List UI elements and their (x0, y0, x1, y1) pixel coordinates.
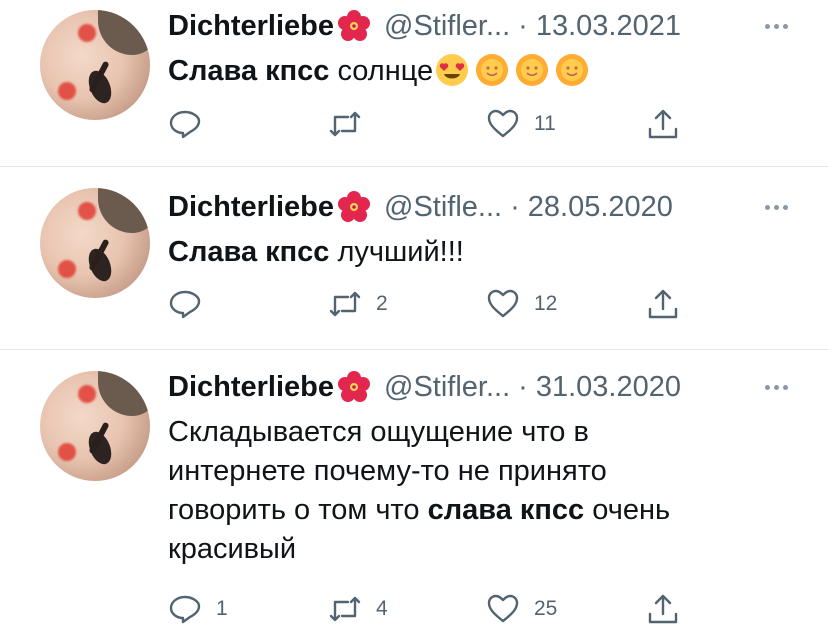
sun-face-emoji-icon (476, 54, 509, 86)
hibiscus-icon (338, 371, 370, 402)
display-name[interactable]: Dichterliebe (168, 371, 334, 404)
share-icon (648, 289, 678, 319)
more-icon[interactable] (765, 367, 788, 407)
share-icon (648, 109, 678, 139)
retweet-icon (329, 596, 361, 622)
hibiscus-icon (338, 10, 370, 41)
body-line: говорить о том что слава кпсс очень (168, 491, 768, 530)
share-button[interactable] (646, 591, 680, 627)
body-text: солнце (329, 55, 434, 87)
avatar[interactable] (40, 10, 150, 120)
bold-text: Слава кпсс (168, 55, 330, 87)
tweet-actions: 2 12 (168, 286, 708, 322)
body-line: интернете почему-то не принято (168, 455, 607, 487)
timestamp[interactable]: 28.05.2020 (528, 191, 673, 224)
retweet-button[interactable] (328, 106, 376, 142)
sun-face-emoji-icon (516, 54, 549, 86)
tweet-text: Слава кпсс лучший!!! (168, 233, 768, 272)
tweet-header: Dichterliebe @Stifler... · 31.03.2020 (168, 367, 681, 407)
timestamp[interactable]: 13.03.2021 (536, 10, 681, 43)
separator-dot: · (518, 370, 528, 403)
reply-button[interactable] (168, 106, 216, 142)
retweet-icon (329, 291, 361, 317)
like-icon (487, 289, 519, 318)
like-button[interactable]: 25 (486, 591, 557, 627)
like-icon (487, 109, 519, 138)
body-text: очень (584, 494, 671, 526)
retweet-count: 2 (376, 292, 388, 315)
handle[interactable]: @Stifler... (384, 371, 510, 404)
body-line: Складывается ощущение что в (168, 416, 589, 448)
retweet-button[interactable]: 2 (328, 286, 388, 322)
like-button[interactable]: 11 (486, 106, 556, 142)
like-button[interactable]: 12 (486, 286, 557, 322)
body-text: лучший!!! (329, 236, 464, 268)
tweet-actions: 1 4 25 (168, 591, 708, 627)
body-text: говорить о том что (168, 494, 428, 526)
bold-text: Слава кпсс (168, 236, 330, 268)
retweet-button[interactable]: 4 (328, 591, 388, 627)
heart-eyes-emoji-icon (436, 54, 469, 86)
retweet-icon (329, 111, 361, 137)
tweet[interactable]: Dichterliebe @Stifler... · 13.03.2021 Сл… (0, 0, 828, 166)
separator-dot: · (518, 9, 528, 42)
reply-icon (169, 290, 201, 319)
tweet-text: Складывается ощущение что в интернете по… (168, 413, 768, 569)
reply-button[interactable] (168, 286, 216, 322)
body-line: красивый (168, 533, 297, 565)
handle[interactable]: @Stifler... (384, 10, 510, 43)
retweet-count: 4 (376, 597, 388, 620)
reply-button[interactable]: 1 (168, 591, 228, 627)
reply-icon (169, 110, 201, 139)
like-count: 12 (534, 292, 558, 315)
separator-dot: · (510, 190, 520, 223)
reply-icon (169, 595, 201, 624)
share-icon (648, 594, 678, 624)
tweet-header: Dichterliebe @Stifler... · 13.03.2021 (168, 6, 681, 46)
more-icon[interactable] (765, 187, 788, 227)
tweet[interactable]: Dichterliebe @Stifle... · 28.05.2020 Сла… (0, 167, 828, 349)
display-name[interactable]: Dichterliebe (168, 10, 334, 43)
share-button[interactable] (646, 106, 680, 142)
avatar[interactable] (40, 371, 150, 481)
hibiscus-icon (338, 191, 370, 222)
reply-count: 1 (216, 597, 228, 620)
display-name[interactable]: Dichterliebe (168, 191, 334, 224)
bold-text: слава кпсс (427, 494, 585, 526)
tweet[interactable]: Dichterliebe @Stifler... · 31.03.2020 Ск… (0, 350, 828, 633)
tweet-text: Слава кпсс солнце (168, 52, 768, 91)
share-button[interactable] (646, 286, 680, 322)
more-icon[interactable] (765, 6, 788, 46)
timestamp[interactable]: 31.03.2020 (536, 371, 681, 404)
avatar[interactable] (40, 188, 150, 298)
handle[interactable]: @Stifle... (384, 191, 502, 224)
like-icon (487, 594, 519, 623)
sun-face-emoji-icon (556, 54, 589, 86)
tweet-header: Dichterliebe @Stifle... · 28.05.2020 (168, 187, 673, 227)
like-count: 25 (534, 597, 558, 620)
tweet-actions: 11 (168, 106, 708, 142)
like-count: 11 (534, 112, 556, 135)
